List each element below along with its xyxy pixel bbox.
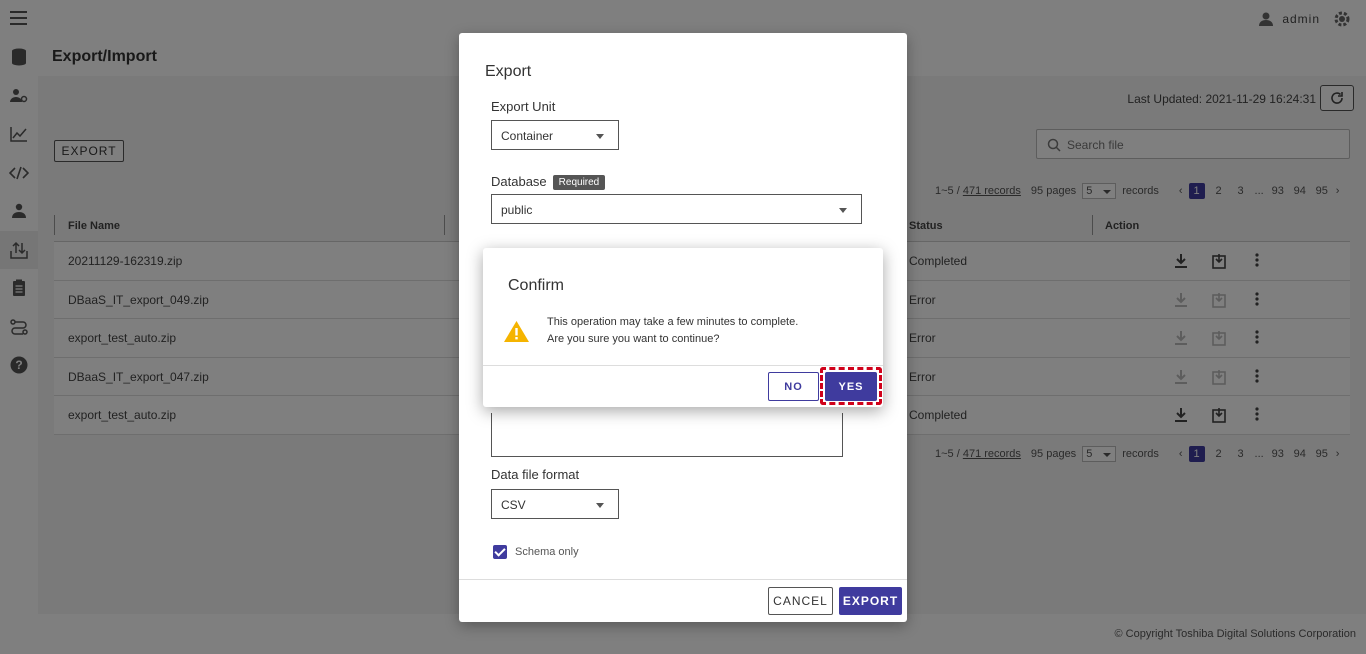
format-select[interactable]: CSV <box>491 489 619 519</box>
checkbox-icon[interactable] <box>493 545 507 559</box>
database-label: Database Required <box>491 174 606 191</box>
database-value: public <box>501 203 533 217</box>
export-unit-select[interactable]: Container <box>491 120 619 150</box>
text-area[interactable] <box>491 413 843 457</box>
chevron-down-icon <box>839 208 847 213</box>
dialog-export-button[interactable]: EXPORT <box>839 587 902 615</box>
format-label: Data file format <box>491 467 580 482</box>
divider <box>459 579 907 580</box>
schema-only-checkbox[interactable]: Schema only <box>493 545 579 559</box>
chevron-down-icon <box>596 503 604 508</box>
no-button[interactable]: NO <box>768 372 819 401</box>
confirm-line-2: Are you sure you want to continue? <box>547 333 720 345</box>
dialog-title: Export <box>485 63 532 80</box>
chevron-down-icon <box>596 134 604 139</box>
schema-only-label: Schema only <box>515 546 579 558</box>
divider <box>483 365 883 366</box>
export-unit-label: Export Unit <box>491 99 556 114</box>
format-value: CSV <box>501 498 526 512</box>
confirm-title: Confirm <box>508 277 565 294</box>
database-select[interactable]: public <box>491 194 862 224</box>
export-unit-value: Container <box>501 129 554 143</box>
confirm-message: This operation may take a few minutes to… <box>547 314 798 348</box>
cancel-button[interactable]: CANCEL <box>768 587 833 615</box>
yes-button[interactable]: YES <box>825 372 877 401</box>
confirm-line-1: This operation may take a few minutes to… <box>547 316 799 328</box>
confirm-dialog: Confirm This operation may take a few mi… <box>483 248 883 407</box>
required-badge: Required <box>552 175 606 191</box>
warning-icon <box>504 321 529 342</box>
